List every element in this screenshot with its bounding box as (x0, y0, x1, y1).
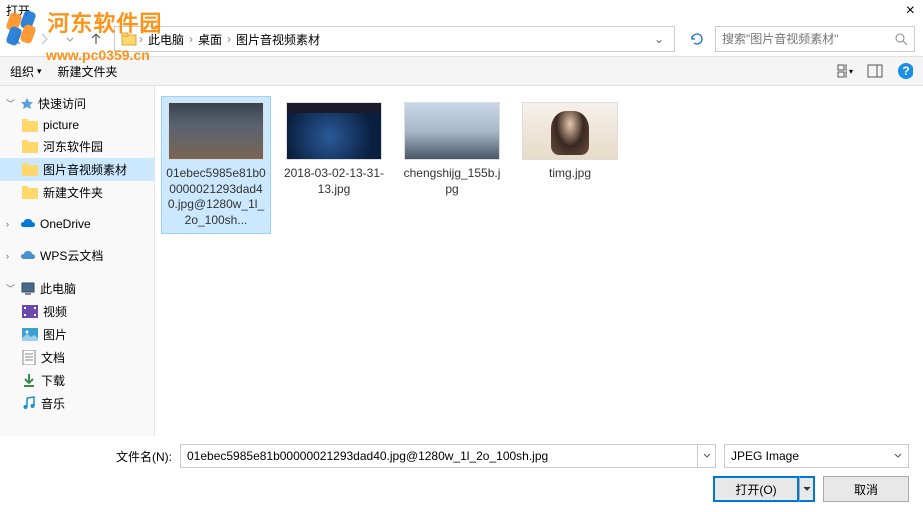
cancel-button[interactable]: 取消 (823, 476, 909, 502)
sidebar-label: 快速访问 (38, 95, 86, 112)
sidebar-item[interactable]: 河东软件园 (0, 135, 154, 158)
sidebar-item-label: 图片 (43, 326, 67, 343)
filename-dropdown-icon[interactable] (698, 444, 716, 468)
breadcrumb[interactable]: › 此电脑 › 桌面 › 图片音视频素材 ⌄ (114, 26, 675, 52)
sidebar-item-label: 文档 (41, 349, 65, 366)
file-grid: 01ebec5985e81b00000021293dad40.jpg@1280w… (155, 86, 923, 436)
chevron-right-icon: › (6, 251, 16, 261)
sidebar-item[interactable]: 下载 (0, 369, 154, 392)
chevron-right-icon: › (6, 219, 16, 229)
recent-dropdown-icon[interactable] (60, 29, 80, 49)
thumbnail (286, 102, 382, 160)
help-icon[interactable]: ? (897, 63, 913, 79)
chevron-right-icon: › (225, 32, 233, 46)
filename-label: 文件名(N): (104, 448, 172, 465)
video-icon (22, 305, 38, 318)
sidebar-label: OneDrive (40, 217, 91, 231)
sidebar-item[interactable]: 视频 (0, 300, 154, 323)
breadcrumb-item[interactable]: 桌面 (195, 31, 225, 48)
sidebar-item-label: 图片音视频素材 (43, 161, 127, 178)
file-item[interactable]: chengshijg_155b.jpg (397, 96, 507, 203)
close-icon[interactable]: × (906, 2, 915, 20)
chevron-down-icon: ▾ (37, 66, 42, 77)
sidebar-label: 此电脑 (40, 280, 76, 297)
thumbnail (522, 102, 618, 160)
breadcrumb-item[interactable]: 此电脑 (145, 31, 187, 48)
folder-icon (121, 32, 137, 46)
downloads-icon (22, 373, 36, 388)
sidebar-thispc[interactable]: ﹀ 此电脑 (0, 277, 154, 300)
organize-label: 组织 (10, 63, 34, 80)
sidebar-item-label: 下载 (41, 372, 65, 389)
cloud-icon (20, 218, 36, 230)
file-name: chengshijg_155b.jpg (401, 166, 503, 197)
sidebar-item-label: 新建文件夹 (43, 184, 103, 201)
open-button[interactable]: 打开(O) (713, 476, 799, 502)
breadcrumb-item[interactable]: 图片音视频素材 (233, 31, 323, 48)
filetype-label: JPEG Image (731, 449, 799, 463)
sidebar-item-label: 视频 (43, 303, 67, 320)
filetype-select[interactable]: JPEG Image (724, 444, 909, 468)
organize-button[interactable]: 组织 ▾ (10, 63, 42, 80)
sidebar-wps[interactable]: › WPS云文档 (0, 244, 154, 267)
search-icon[interactable] (894, 32, 908, 46)
pictures-icon (22, 328, 38, 341)
sidebar-item[interactable]: 文档 (0, 346, 154, 369)
filename-input[interactable] (180, 444, 698, 468)
chevron-down-icon: ﹀ (6, 282, 16, 295)
sidebar-item[interactable]: 音乐 (0, 392, 154, 415)
sidebar: ﹀ 快速访问 picture 河东软件园 图片音视频素材 新建文件夹 › One… (0, 86, 155, 436)
open-dropdown-icon[interactable] (799, 476, 815, 502)
folder-icon (22, 186, 38, 199)
file-name: timg.jpg (519, 166, 621, 182)
forward-icon[interactable] (34, 29, 54, 49)
search-input[interactable] (715, 26, 915, 52)
chevron-right-icon: › (187, 32, 195, 46)
preview-pane-icon[interactable] (867, 63, 883, 79)
refresh-icon[interactable] (683, 31, 711, 47)
chevron-down-icon[interactable]: ⌄ (650, 32, 668, 46)
chevron-down-icon: ﹀ (6, 97, 16, 110)
folder-icon (22, 163, 38, 176)
file-item[interactable]: timg.jpg (515, 96, 625, 188)
chevron-right-icon: › (137, 32, 145, 46)
sidebar-item[interactable]: 图片 (0, 323, 154, 346)
documents-icon (22, 350, 36, 365)
view-mode-icon[interactable]: ▾ (837, 63, 853, 79)
file-item[interactable]: 01ebec5985e81b00000021293dad40.jpg@1280w… (161, 96, 271, 234)
back-icon[interactable] (8, 29, 28, 49)
file-name: 01ebec5985e81b00000021293dad40.jpg@1280w… (165, 166, 267, 228)
window-title: 打开 (6, 2, 30, 19)
search-field[interactable] (722, 32, 894, 46)
star-icon (20, 97, 34, 111)
file-name: 2018-03-02-13-31-13.jpg (283, 166, 385, 197)
cloud-icon (20, 250, 36, 262)
computer-icon (20, 282, 36, 296)
sidebar-onedrive[interactable]: › OneDrive (0, 214, 154, 234)
thumbnail (404, 102, 500, 160)
sidebar-quickaccess[interactable]: ﹀ 快速访问 (0, 92, 154, 115)
sidebar-item-label: picture (43, 118, 79, 132)
sidebar-item-label: 河东软件园 (43, 138, 103, 155)
thumbnail (168, 102, 264, 160)
sidebar-label: WPS云文档 (40, 247, 103, 264)
svg-text:?: ? (902, 64, 909, 78)
new-folder-button[interactable]: 新建文件夹 (58, 63, 118, 80)
up-icon[interactable] (86, 29, 106, 49)
file-item[interactable]: 2018-03-02-13-31-13.jpg (279, 96, 389, 203)
music-icon (22, 396, 36, 411)
sidebar-item[interactable]: 新建文件夹 (0, 181, 154, 204)
sidebar-item[interactable]: picture (0, 115, 154, 135)
sidebar-item-label: 音乐 (41, 395, 65, 412)
folder-icon (22, 140, 38, 153)
folder-icon (22, 119, 38, 132)
chevron-down-icon (894, 453, 902, 459)
sidebar-item[interactable]: 图片音视频素材 (0, 158, 154, 181)
